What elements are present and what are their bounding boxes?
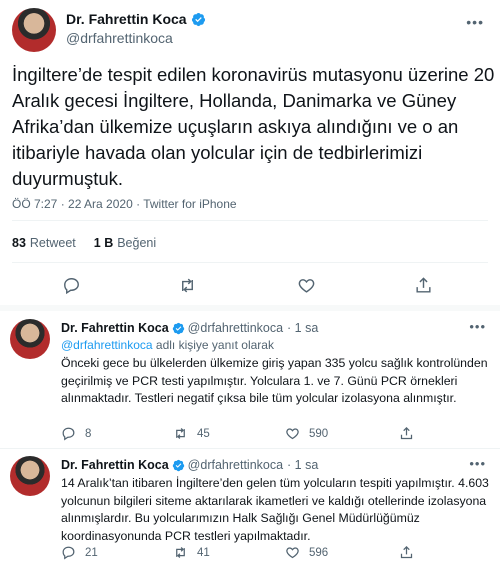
retweet-stat[interactable]: 83 Retweet: [12, 236, 76, 250]
like-count: 596: [309, 546, 329, 559]
retweet-count: 41: [197, 546, 210, 559]
like-count: 1 B: [93, 236, 114, 250]
reply-icon[interactable]: [61, 545, 76, 560]
reply-like-action[interactable]: 596: [285, 545, 328, 560]
reply-context-text: adlı kişiye yanıt olarak: [152, 338, 274, 352]
reply-share-action[interactable]: [399, 426, 423, 441]
tweet-header: Dr. Fahrettin Koca @drfahrettinkoca: [12, 8, 206, 52]
like-icon[interactable]: [285, 545, 300, 560]
reply-handle[interactable]: @drfahrettinkoca: [188, 458, 283, 472]
reply-tweet[interactable]: Dr. Fahrettin Koca @drfahrettinkoca · 1 …: [0, 450, 500, 566]
retweet-count: 83: [12, 236, 26, 250]
share-icon[interactable]: [414, 276, 433, 295]
display-name[interactable]: Dr. Fahrettin Koca: [66, 11, 206, 27]
verified-badge-icon: [191, 12, 205, 26]
retweet-icon[interactable]: [178, 276, 197, 295]
like-icon[interactable]: [285, 426, 300, 441]
reply-tweet[interactable]: Dr. Fahrettin Koca @drfahrettinkoca · 1 …: [0, 313, 500, 448]
reply-like-action[interactable]: 590: [285, 426, 328, 441]
reply-handle[interactable]: @drfahrettinkoca: [188, 321, 283, 335]
reply-actions: 8 45 590: [61, 426, 491, 442]
reply-retweet-action[interactable]: 45: [173, 426, 210, 441]
more-dots-icon[interactable]: •••: [469, 456, 486, 471]
like-icon[interactable]: [297, 276, 316, 295]
more-dots-icon[interactable]: •••: [469, 319, 486, 334]
tweet-actions: [0, 276, 500, 298]
reply-time[interactable]: · 1 sa: [287, 458, 318, 472]
retweet-label: Retweet: [29, 236, 76, 250]
reply-reply-action[interactable]: 8: [61, 426, 91, 441]
verified-badge-icon: [172, 322, 184, 334]
tweet-text: İngiltere’de tespit edilen koronavirüs m…: [12, 64, 499, 189]
retweet-count: 45: [197, 427, 210, 440]
retweet-icon[interactable]: [173, 545, 188, 560]
divider: [12, 262, 488, 263]
tweet-stats: 83 Retweet 1 B Beğeni: [12, 236, 156, 250]
like-stat[interactable]: 1 B Beğeni: [94, 236, 156, 250]
reply-count: 8: [85, 427, 92, 440]
reply-display-name[interactable]: Dr. Fahrettin Koca: [61, 321, 169, 335]
reply-icon[interactable]: [62, 276, 81, 295]
section-divider: [0, 305, 500, 311]
like-count: 590: [309, 427, 329, 440]
reply-icon[interactable]: [61, 426, 76, 441]
more-dots-icon[interactable]: •••: [466, 14, 484, 30]
avatar[interactable]: [12, 8, 56, 52]
reply-share-action[interactable]: [399, 545, 423, 560]
reply-reply-action[interactable]: 21: [61, 545, 98, 560]
author-block: Dr. Fahrettin Koca @drfahrettinkoca: [66, 11, 206, 46]
reply-header: Dr. Fahrettin Koca @drfahrettinkoca · 1 …: [61, 321, 318, 335]
reply-actions: 21 41 596: [61, 545, 491, 561]
reply-context-link[interactable]: @drfahrettinkoca: [61, 338, 153, 352]
divider: [12, 220, 488, 221]
like-label: Beğeni: [117, 236, 157, 250]
avatar[interactable]: [10, 456, 50, 496]
reply-display-name[interactable]: Dr. Fahrettin Koca: [61, 458, 169, 472]
retweet-icon[interactable]: [173, 426, 188, 441]
avatar[interactable]: [10, 319, 50, 359]
display-name-text[interactable]: Dr. Fahrettin Koca: [66, 11, 187, 27]
share-icon[interactable]: [399, 426, 414, 441]
reply-time[interactable]: · 1 sa: [287, 321, 318, 335]
reply-retweet-action[interactable]: 41: [173, 545, 210, 560]
reply-text: 14 Aralık’tan itibaren İngiltere’den gel…: [61, 476, 493, 543]
reply-count: 21: [85, 546, 98, 559]
tweet-timestamp[interactable]: ÖÖ 7:27 · 22 Ara 2020 · Twitter for iPho…: [12, 197, 237, 211]
handle[interactable]: @drfahrettinkoca: [66, 30, 206, 46]
reply-text: Önceki gece bu ülkelerden ülkemize giriş…: [61, 356, 491, 405]
reply-context: @drfahrettinkoca adlı kişiye yanıt olara…: [61, 338, 274, 352]
divider: [0, 448, 500, 449]
reply-header: Dr. Fahrettin Koca @drfahrettinkoca · 1 …: [61, 458, 318, 472]
share-icon[interactable]: [399, 545, 414, 560]
verified-badge-icon: [172, 459, 184, 471]
